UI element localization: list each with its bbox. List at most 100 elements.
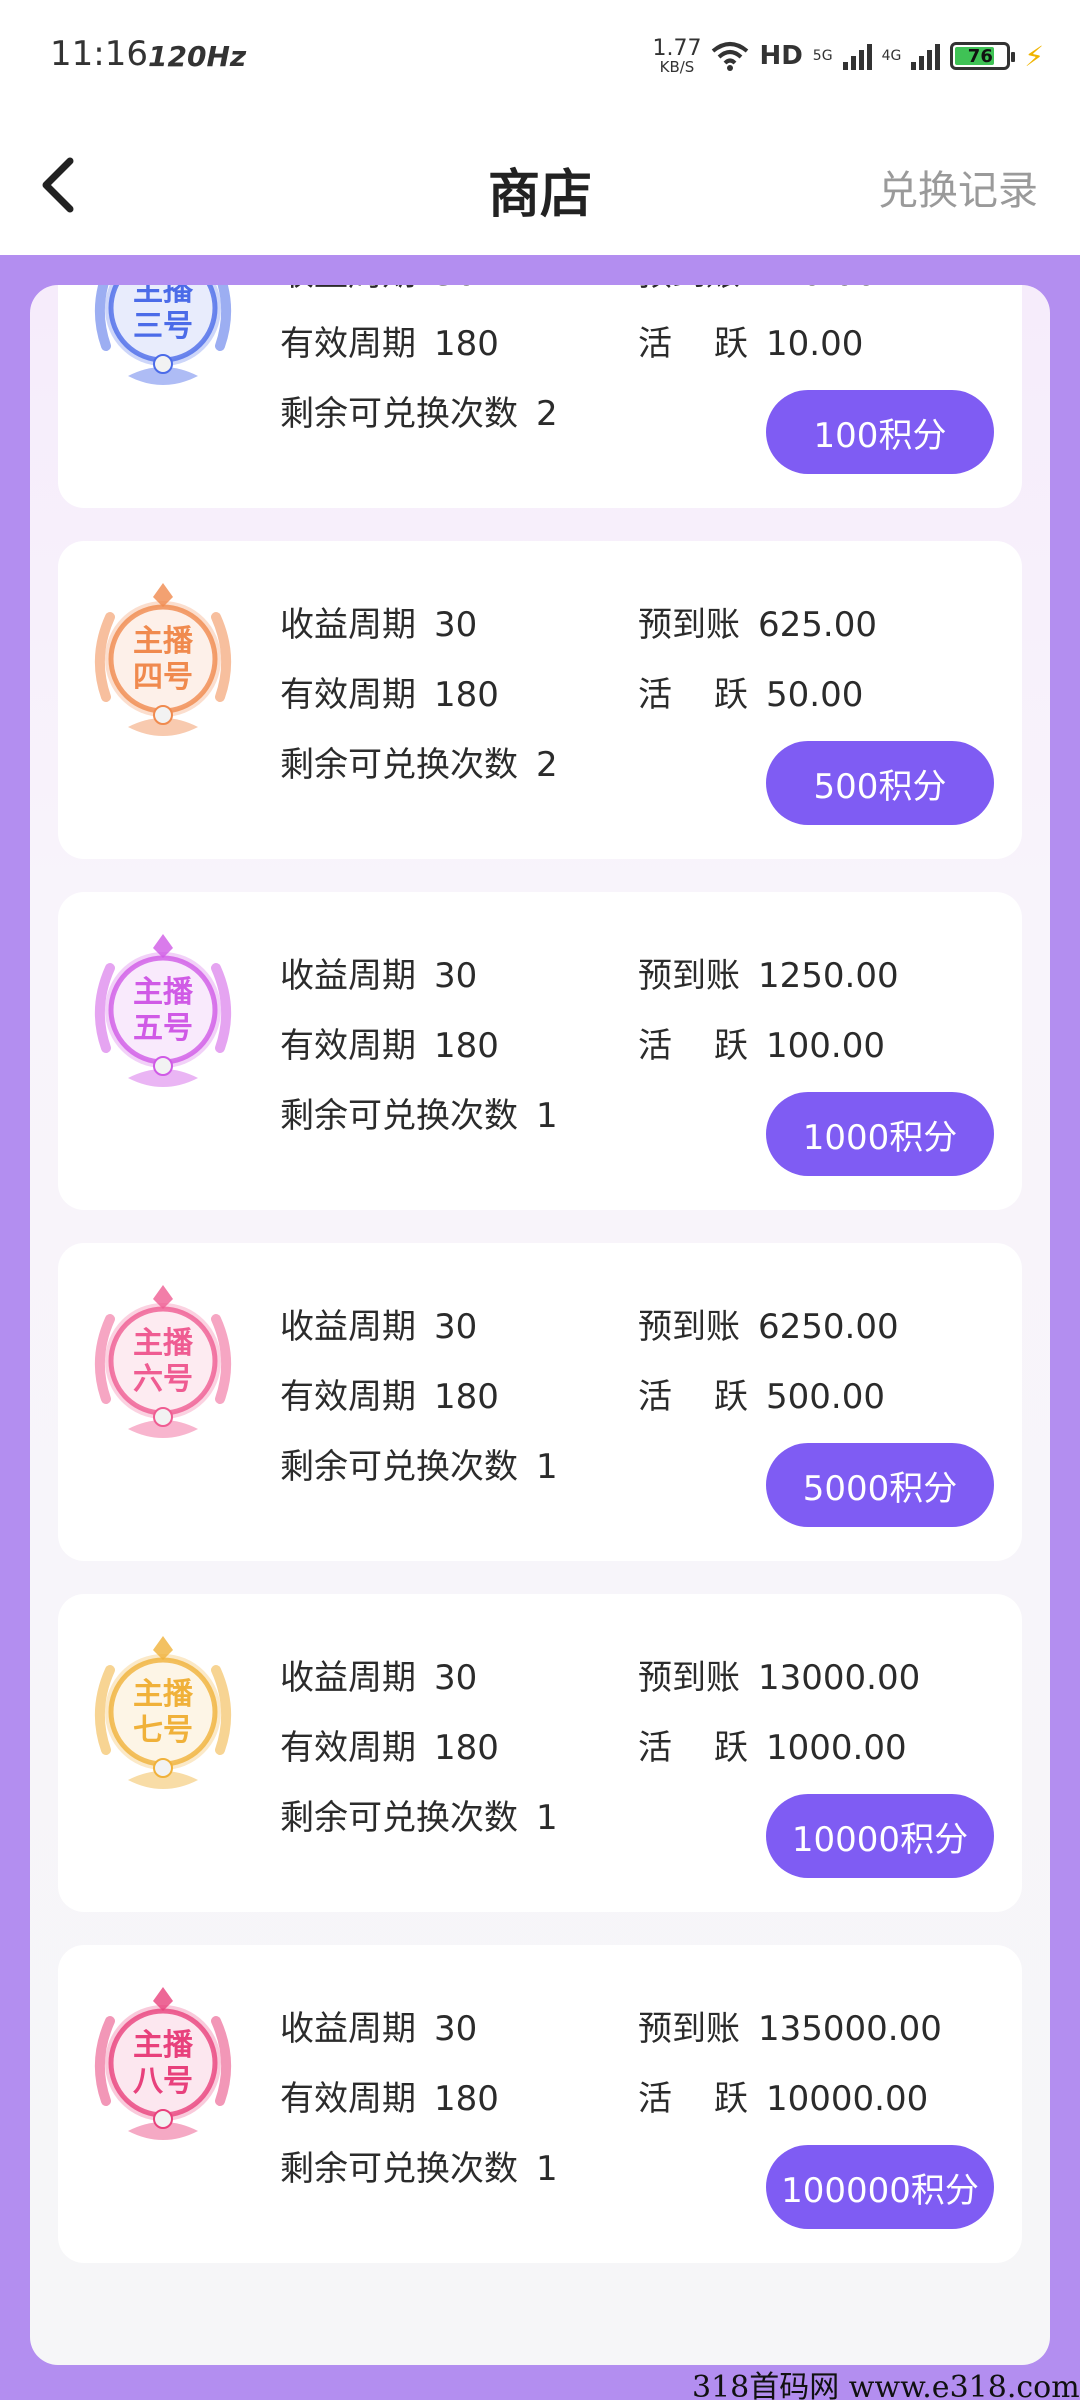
- redeem-button[interactable]: 1000积分: [766, 1092, 994, 1176]
- valid-period-label: 有效周期: [280, 324, 416, 364]
- shop-panel[interactable]: 主播 三号 收益周期 30 预到账 120.00 有效周期 180 活跃10.00 剩…: [30, 285, 1050, 2365]
- content-area: 主播 三号 收益周期 30 预到账 120.00 有效周期 180 活跃10.00 剩…: [0, 255, 1080, 2400]
- product-card: 主播 七号 收益周期 30 预到账 13000.00 有效周期 180 活跃1000.…: [58, 1594, 1022, 1912]
- expected-label: 预到账: [638, 2009, 740, 2049]
- valid-period-label: 有效周期: [280, 675, 416, 715]
- income-period-value: 30: [434, 605, 478, 645]
- badge-text-line2: 四号: [133, 660, 193, 695]
- income-period-label: 收益周期: [280, 605, 416, 645]
- valid-period-value: 180: [434, 324, 499, 364]
- active-row: 活跃1000.00: [638, 1720, 907, 1769]
- status-icons: 1.77 KB/S HD 5G 4G 76 ⚡: [652, 34, 1044, 78]
- income-period-value: 30: [434, 956, 478, 996]
- expected-row: 预到账 6250.00: [638, 1299, 899, 1348]
- remaining-label: 剩余可兑换次数: [280, 1096, 518, 1136]
- remaining-value: 2: [536, 394, 558, 434]
- exchange-record-link[interactable]: 兑换记录: [878, 158, 1038, 216]
- active-value: 100.00: [766, 1026, 885, 1066]
- sim2-label: 4G: [881, 48, 902, 64]
- remaining-value: 1: [536, 1096, 558, 1136]
- badge-text-line1: 主播: [133, 624, 194, 659]
- redeem-button[interactable]: 500积分: [766, 741, 994, 825]
- active-row: 活跃10000.00: [638, 2071, 928, 2120]
- redeem-button[interactable]: 100积分: [766, 390, 994, 474]
- remaining-row: 剩余可兑换次数 1: [280, 1088, 558, 1137]
- hd-indicator: HD: [759, 41, 803, 71]
- badge-text-line1: 主播: [133, 285, 194, 308]
- product-card: 主播 六号 收益周期 30 预到账 6250.00 有效周期 180 活跃500.00…: [58, 1243, 1022, 1561]
- redeem-button[interactable]: 5000积分: [766, 1443, 994, 1527]
- income-period-value: 30: [434, 1658, 478, 1698]
- redeem-button[interactable]: 10000积分: [766, 1794, 994, 1878]
- anchor-level-badge-icon: 主播 三号: [94, 285, 232, 385]
- valid-period-row: 有效周期 180: [280, 667, 499, 716]
- expected-value: 1250.00: [758, 956, 899, 996]
- redeem-button[interactable]: 100000积分: [766, 2145, 994, 2229]
- anchor-level-badge-icon: 主播 五号: [94, 934, 232, 1087]
- status-time: 11:16: [50, 34, 148, 74]
- product-card: 主播 三号 收益周期 30 预到账 120.00 有效周期 180 活跃10.00 剩…: [58, 285, 1022, 508]
- active-value: 50.00: [766, 675, 864, 715]
- valid-period-label: 有效周期: [280, 1026, 416, 1066]
- badge-text-line1: 主播: [133, 1677, 194, 1712]
- active-row: 活跃50.00: [638, 667, 863, 716]
- income-period-value: 30: [434, 2009, 478, 2049]
- remaining-label: 剩余可兑换次数: [280, 745, 518, 785]
- active-row: 活跃10.00: [638, 316, 863, 365]
- income-period-row: 收益周期 30: [280, 948, 477, 997]
- active-value: 1000.00: [766, 1728, 907, 1768]
- income-period-value: 30: [434, 1307, 478, 1347]
- status-bar: 11:16 120Hz 1.77 KB/S HD 5G 4G 76 ⚡: [0, 0, 1080, 112]
- expected-value: 625.00: [758, 605, 877, 645]
- expected-label: 预到账: [638, 605, 740, 645]
- nav-bar: 商店 兑换记录: [0, 112, 1080, 255]
- expected-row: 预到账 13000.00: [638, 1650, 920, 1699]
- sim1-label: 5G: [812, 48, 833, 64]
- wifi-icon: [712, 42, 749, 71]
- net-speed: 1.77 KB/S: [652, 37, 701, 75]
- income-period-row: 收益周期 30: [280, 597, 477, 646]
- expected-value: 135000.00: [758, 2009, 942, 2049]
- product-card: 主播 五号 收益周期 30 预到账 1250.00 有效周期 180 活跃100.00…: [58, 892, 1022, 1210]
- expected-row: 预到账 1250.00: [638, 948, 899, 997]
- anchor-level-badge-icon: 主播 六号: [94, 1285, 232, 1438]
- remaining-label: 剩余可兑换次数: [280, 394, 518, 434]
- battery-level: 76: [967, 45, 993, 67]
- badge-text-line2: 七号: [133, 1713, 193, 1748]
- product-card: 主播 八号 收益周期 30 预到账 135000.00 有效周期 180 活跃1000…: [58, 1945, 1022, 2263]
- watermark: 318首码网 www.e318.com: [692, 2370, 1080, 2400]
- badge-text-line2: 五号: [133, 1011, 193, 1046]
- remaining-row: 剩余可兑换次数 1: [280, 2141, 558, 2190]
- valid-period-row: 有效周期 180: [280, 316, 499, 365]
- income-period-label: 收益周期: [280, 1658, 416, 1698]
- valid-period-label: 有效周期: [280, 2079, 416, 2119]
- remaining-label: 剩余可兑换次数: [280, 1798, 518, 1838]
- remaining-value: 2: [536, 745, 558, 785]
- active-row: 活跃500.00: [638, 1369, 885, 1418]
- badge-text-line1: 主播: [133, 975, 194, 1010]
- expected-value: 6250.00: [758, 1307, 899, 1347]
- remaining-row: 剩余可兑换次数 2: [280, 737, 558, 786]
- signal-icon: [842, 42, 872, 70]
- remaining-row: 剩余可兑换次数 1: [280, 1439, 558, 1488]
- expected-row: 预到账 120.00: [638, 285, 877, 295]
- income-period-label: 收益周期: [280, 2009, 416, 2049]
- valid-period-row: 有效周期 180: [280, 1720, 499, 1769]
- income-period-label: 收益周期: [280, 1307, 416, 1347]
- remaining-row: 剩余可兑换次数 1: [280, 1790, 558, 1839]
- remaining-row: 剩余可兑换次数 2: [280, 386, 558, 435]
- income-period-row: 收益周期 30: [280, 2001, 477, 2050]
- valid-period-label: 有效周期: [280, 1377, 416, 1417]
- expected-label: 预到账: [638, 285, 740, 295]
- valid-period-value: 180: [434, 2079, 499, 2119]
- valid-period-row: 有效周期 180: [280, 1369, 499, 1418]
- expected-row: 预到账 135000.00: [638, 2001, 942, 2050]
- valid-period-value: 180: [434, 1728, 499, 1768]
- income-period-value: 30: [434, 285, 477, 294]
- expected-value: 120.00: [758, 285, 877, 294]
- badge-text-line2: 八号: [133, 2064, 193, 2099]
- remaining-value: 1: [536, 1798, 558, 1838]
- remaining-label: 剩余可兑换次数: [280, 2149, 518, 2189]
- badge-text-line1: 主播: [133, 2028, 194, 2063]
- active-value: 10.00: [766, 324, 864, 364]
